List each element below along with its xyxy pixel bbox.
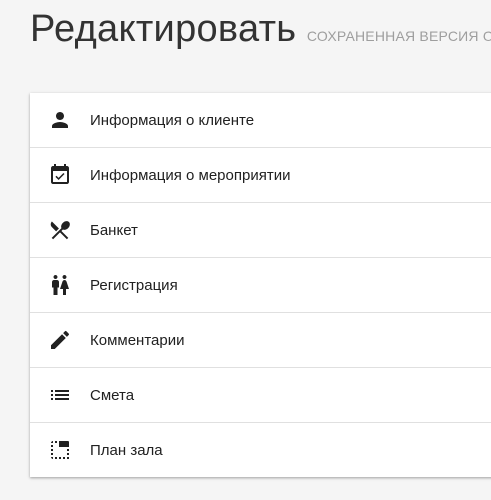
menu-item-banquet[interactable]: Банкет [30,203,491,258]
pencil-icon [48,328,72,352]
utensils-crossed-icon [48,218,72,242]
page-header: Редактировать СОХРАНЕННАЯ ВЕРСИЯ ОТ [30,8,491,64]
person-icon [48,108,72,132]
event-icon [48,163,72,187]
floor-plan-icon [48,438,72,462]
menu-item-label: Информация о клиенте [90,111,255,129]
menu-item-label: Смета [90,386,135,404]
menu-item-label: Комментарии [90,331,185,349]
page-title: Редактировать [30,8,297,50]
menu-item-floor-plan[interactable]: План зала [30,423,491,477]
menu-item-label: Банкет [90,221,138,239]
saved-version-label: СОХРАНЕННАЯ ВЕРСИЯ ОТ [306,28,491,44]
people-icon [48,273,72,297]
edit-sections-menu: Информация о клиенте Информация о меропр… [30,93,491,477]
menu-item-label: План зала [90,441,163,459]
menu-item-label: Регистрация [90,276,178,294]
menu-item-client-info[interactable]: Информация о клиенте [30,93,491,148]
menu-item-label: Информация о мероприятии [90,166,291,184]
menu-item-registration[interactable]: Регистрация [30,258,491,313]
menu-item-comments[interactable]: Комментарии [30,313,491,368]
menu-item-event-info[interactable]: Информация о мероприятии [30,148,491,203]
list-icon [48,383,72,407]
menu-item-estimate[interactable]: Смета [30,368,491,423]
